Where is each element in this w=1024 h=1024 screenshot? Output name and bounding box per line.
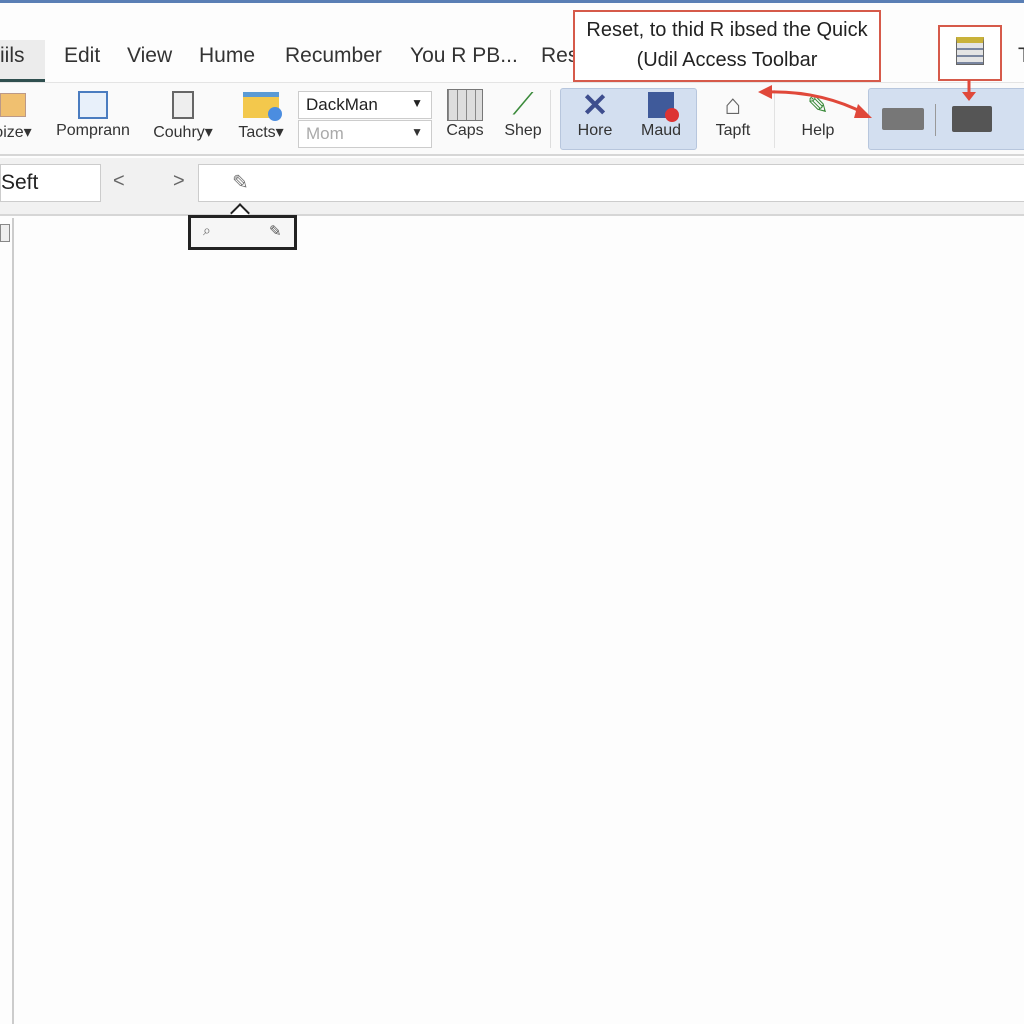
arrowhead-down: [962, 92, 976, 101]
pen-icon[interactable]: ✎: [269, 222, 282, 240]
formula-input[interactable]: [198, 164, 1024, 202]
arrowhead-right: [854, 104, 872, 118]
search-icon[interactable]: ⌕: [203, 222, 211, 239]
dropdown-toggle[interactable]: [0, 224, 10, 242]
pencil-icon[interactable]: ✎: [232, 170, 249, 195]
next-button[interactable]: >: [173, 170, 185, 193]
tooltip-popup: ⌕ ✎: [188, 215, 297, 250]
name-box[interactable]: Seft: [0, 164, 101, 202]
left-pane-border: [12, 218, 14, 1024]
arrowhead-left: [758, 85, 772, 99]
prev-button[interactable]: <: [113, 170, 125, 193]
arrow-callout-to-qat: [764, 90, 867, 116]
annotation-arrows: [758, 80, 976, 118]
